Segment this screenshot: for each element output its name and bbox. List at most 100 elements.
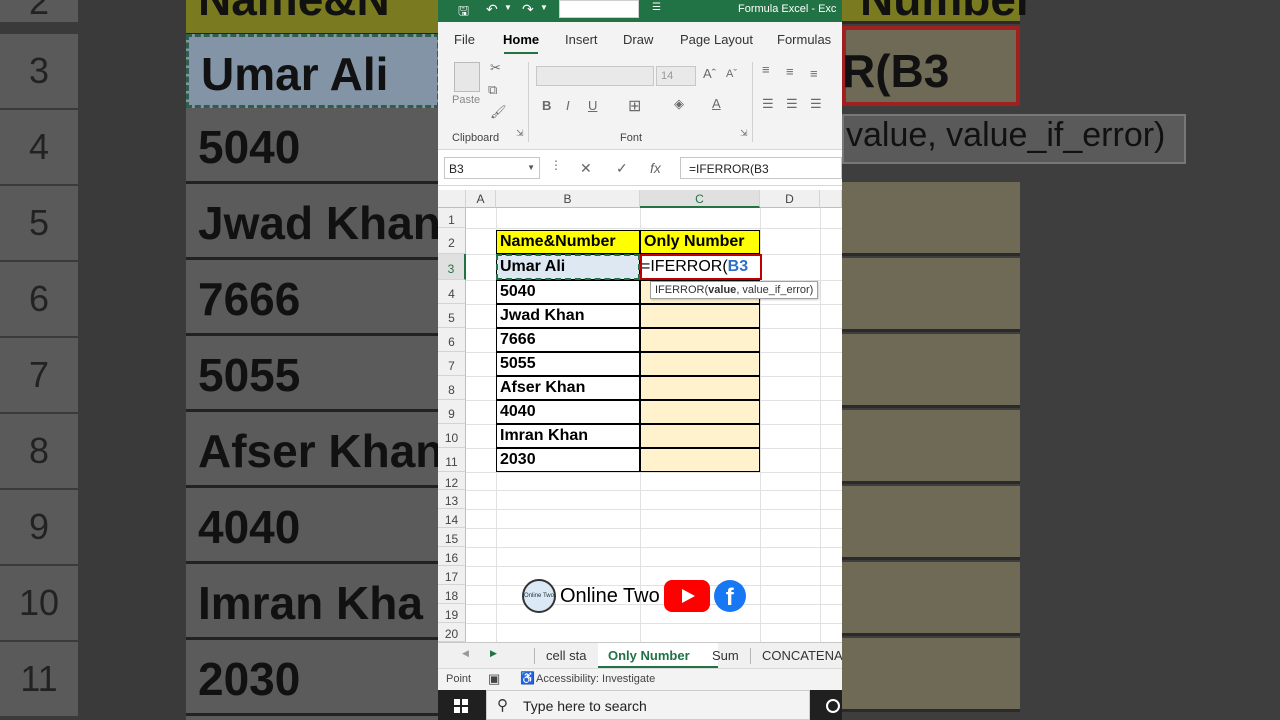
worksheet-grid[interactable]: A B C D Name&Number Only Number 12345678… — [438, 190, 842, 643]
font-color-icon[interactable]: A — [712, 96, 721, 111]
tab-page-layout[interactable]: Page Layout — [680, 32, 753, 47]
align-bottom-icon[interactable]: ≡ — [810, 66, 818, 81]
font-name-box[interactable] — [536, 66, 654, 86]
redo-icon[interactable]: ↷ — [522, 1, 534, 18]
scroll-right-icon[interactable]: ▶ — [490, 648, 497, 659]
align-right-icon[interactable]: ☰ — [810, 96, 822, 112]
row-header[interactable]: 8 — [438, 376, 466, 400]
sheet-tab[interactable]: Sum — [712, 648, 739, 663]
format-painter-icon[interactable]: 🖌 — [490, 104, 507, 120]
redo-dropdown-icon[interactable]: ▼ — [540, 3, 548, 12]
clipboard-launcher-icon[interactable]: ⇲ — [516, 128, 524, 139]
tab-formulas[interactable]: Formulas — [777, 32, 831, 47]
row-header[interactable]: 17 — [438, 566, 466, 585]
table-cell-only-number[interactable] — [640, 304, 760, 328]
table-cell-name-number[interactable]: 2030 — [496, 448, 640, 472]
column-header[interactable] — [820, 190, 842, 208]
shrink-font-icon[interactable]: Aˇ — [726, 68, 737, 80]
table-cell-only-number[interactable] — [640, 448, 760, 472]
column-header[interactable]: D — [760, 190, 820, 208]
table-cell-only-number[interactable] — [640, 400, 760, 424]
italic-button[interactable]: I — [566, 98, 570, 113]
row-header[interactable]: 20 — [438, 623, 466, 642]
bold-button[interactable]: B — [542, 98, 551, 113]
font-launcher-icon[interactable]: ⇲ — [740, 128, 748, 139]
quick-access-box[interactable] — [559, 0, 639, 18]
tab-draw[interactable]: Draw — [623, 32, 653, 47]
row-header[interactable]: 19 — [438, 604, 466, 623]
align-top-icon[interactable]: ≡ — [762, 62, 770, 77]
table-header-name-number[interactable]: Name&Number — [496, 230, 640, 254]
row-header[interactable]: 2 — [438, 228, 466, 254]
save-icon[interactable]: 🖫 — [458, 2, 469, 24]
table-cell-name-number[interactable]: Imran Khan — [496, 424, 640, 448]
insert-function-icon[interactable]: fx — [650, 160, 661, 176]
row-header[interactable]: 16 — [438, 547, 466, 566]
scroll-left-icon[interactable]: ◀ — [462, 648, 469, 659]
undo-icon[interactable]: ↶ — [486, 1, 498, 18]
sheet-tab[interactable]: CONCATENAT — [762, 648, 842, 663]
row-header[interactable]: 4 — [438, 280, 466, 304]
taskbar-search[interactable]: ⚲ Type here to search — [486, 690, 810, 720]
cut-icon[interactable]: ✂ — [490, 60, 501, 76]
cancel-icon[interactable]: ✕ — [580, 160, 592, 177]
column-header[interactable]: C — [640, 190, 760, 208]
row-header[interactable]: 14 — [438, 509, 466, 528]
font-size-box[interactable]: 14 — [656, 66, 696, 86]
row-header[interactable]: 11 — [438, 448, 466, 472]
tab-home[interactable]: Home — [503, 32, 539, 47]
table-cell-only-number[interactable] — [640, 328, 760, 352]
sheet-tab[interactable]: cell sta — [546, 648, 586, 663]
column-header[interactable]: B — [496, 190, 640, 208]
name-box-dropdown-icon[interactable]: ▼ — [527, 163, 535, 172]
fill-color-icon[interactable]: ◈ — [674, 96, 684, 112]
align-middle-icon[interactable]: ≡ — [786, 64, 794, 79]
table-header-only-number[interactable]: Only Number — [640, 230, 760, 254]
row-header[interactable]: 3 — [438, 254, 466, 280]
underline-button[interactable]: U — [588, 98, 597, 113]
tab-insert[interactable]: Insert — [565, 32, 598, 47]
select-all-corner[interactable] — [438, 190, 466, 208]
row-header[interactable]: 6 — [438, 328, 466, 352]
column-header[interactable]: A — [466, 190, 496, 208]
table-cell-only-number[interactable] — [640, 424, 760, 448]
tooltip-current-arg: value — [708, 284, 737, 296]
row-header[interactable]: 9 — [438, 400, 466, 424]
align-center-icon[interactable]: ☰ — [786, 96, 798, 112]
row-header[interactable]: 18 — [438, 585, 466, 604]
tab-file[interactable]: File — [454, 32, 475, 47]
enter-icon[interactable]: ✓ — [616, 160, 628, 177]
cell-mode-icon[interactable]: ▣ — [488, 671, 500, 687]
undo-dropdown-icon[interactable]: ▼ — [504, 3, 512, 12]
name-box[interactable]: B3 ▼ — [444, 157, 540, 179]
row-header[interactable]: 13 — [438, 490, 466, 509]
table-cell-only-number[interactable] — [640, 376, 760, 400]
sheet-tab-active[interactable]: Only Number — [608, 648, 690, 663]
function-tooltip[interactable]: IFERROR(value, value_if_error) — [650, 281, 819, 299]
row-header[interactable]: 15 — [438, 528, 466, 547]
row-header[interactable]: 5 — [438, 304, 466, 328]
paste-icon[interactable] — [454, 62, 480, 92]
windows-start-icon[interactable] — [454, 699, 468, 713]
formula-input[interactable]: =IFERROR(B3 — [680, 157, 842, 179]
grow-font-icon[interactable]: Aˆ — [703, 66, 716, 81]
cortana-icon[interactable] — [826, 699, 840, 713]
table-cell-only-number[interactable] — [640, 352, 760, 376]
paste-label[interactable]: Paste — [452, 94, 480, 106]
borders-icon[interactable]: ⊞ — [628, 96, 641, 116]
table-cell-name-number[interactable]: Afser Khan — [496, 376, 640, 400]
accessibility-icon[interactable]: ♿ — [520, 671, 535, 685]
align-left-icon[interactable]: ☰ — [762, 96, 774, 112]
row-header[interactable]: 1 — [438, 208, 466, 228]
table-cell-name-number[interactable]: 5040 — [496, 280, 640, 304]
copy-icon[interactable]: ⧉ — [488, 82, 497, 98]
row-header[interactable]: 7 — [438, 352, 466, 376]
table-cell-name-number[interactable]: Jwad Khan — [496, 304, 640, 328]
table-cell-name-number[interactable]: 7666 — [496, 328, 640, 352]
table-cell-name-number[interactable]: 4040 — [496, 400, 640, 424]
accessibility-status[interactable]: Accessibility: Investigate — [536, 673, 655, 685]
row-header[interactable]: 10 — [438, 424, 466, 448]
row-header[interactable]: 12 — [438, 472, 466, 490]
table-cell-name-number[interactable]: 5055 — [496, 352, 640, 376]
customize-qat-icon[interactable]: ☰ — [652, 2, 661, 13]
